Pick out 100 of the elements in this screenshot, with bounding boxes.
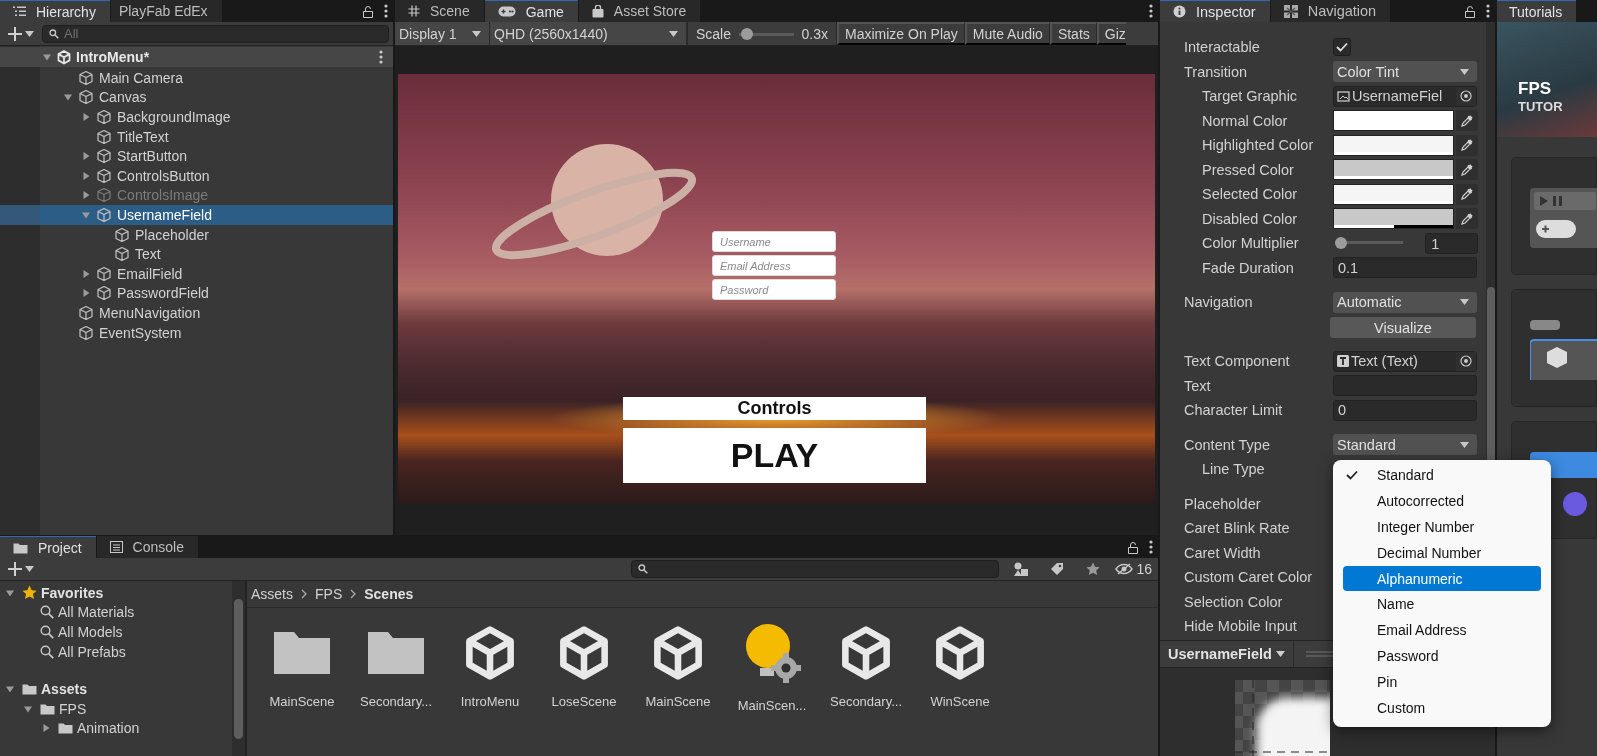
panel-tab[interactable]: Project [0,536,96,558]
menu-item[interactable]: Autocorrected [1343,487,1541,514]
collapsed-arrow-icon[interactable] [81,288,91,299]
checkbox[interactable] [1333,38,1351,57]
tree-row[interactable]: Animation [0,718,232,739]
collapsed-arrow-icon[interactable] [41,723,51,734]
dropdown[interactable]: Automatic [1333,291,1477,313]
panel-tab[interactable]: Inspector [1160,0,1270,22]
tree-row[interactable]: PasswordField [0,283,393,304]
scrollbar[interactable] [232,581,245,756]
menu-item[interactable]: Password [1343,643,1541,670]
toolbar-button[interactable]: Giz [1096,22,1126,45]
tree-row[interactable]: StartButton [0,146,393,166]
scene-header[interactable]: IntroMenu* [0,47,393,67]
resolution-dropdown[interactable]: QHD (2560x1440) [490,22,687,45]
tree-row[interactable]: EmailField [0,263,393,284]
scrollbar-thumb[interactable] [234,599,243,739]
lock-icon[interactable] [1127,540,1139,554]
input-field[interactable]: Password [712,279,836,300]
asset-label[interactable]: LoseScene [551,694,617,709]
panel-tab[interactable]: Game [484,0,578,22]
tutorial-card[interactable] [1511,157,1597,275]
shapes-filter-icon[interactable] [1014,562,1029,576]
visualize-button[interactable]: Visualize [1330,317,1476,339]
panel-tab[interactable]: Console [96,536,198,558]
add-button[interactable] [6,26,36,41]
panel-tab[interactable]: Asset Store [578,0,701,22]
search-field[interactable]: All [42,24,389,43]
menu-button[interactable]: Controls [623,397,926,420]
menu-button[interactable]: PLAY [623,428,926,483]
asset-label[interactable]: WinScene [930,694,990,709]
add-button[interactable] [8,562,34,576]
eyedropper-icon[interactable] [1461,114,1473,127]
tag-icon[interactable] [1050,562,1065,576]
scale-slider-thumb[interactable] [741,27,754,40]
color-field[interactable] [1333,110,1454,132]
tree-row[interactable]: Placeholder [0,224,393,245]
display-dropdown[interactable]: Display 1 [395,22,490,45]
more-options-icon[interactable] [1486,4,1490,18]
lock-icon[interactable] [1464,4,1476,18]
star-icon[interactable] [1086,562,1101,576]
tree-row[interactable]: BackgroundImage [0,107,393,127]
collapsed-arrow-icon[interactable] [81,268,91,279]
tree-row[interactable]: All Prefabs [0,641,232,662]
tree-row[interactable]: Favorites [0,583,232,603]
expanded-arrow-icon[interactable] [42,52,52,62]
tree-row[interactable]: ControlsButton [0,165,393,186]
eyedropper-icon[interactable] [1461,188,1473,201]
tree-row[interactable]: MenuNavigation [0,303,393,323]
menu-item[interactable]: Alphanumeric [1343,565,1541,592]
collapsed-arrow-icon[interactable] [81,151,91,162]
input-field[interactable]: Username [712,231,836,252]
input-field[interactable]: Email Address [712,255,836,276]
asset-label[interactable]: Secondary... [360,694,432,709]
tree-row[interactable]: Assets [0,679,232,699]
tree-row[interactable]: TitleText [0,126,393,147]
lock-icon[interactable] [362,4,374,18]
asset-label[interactable]: MainScen... [737,698,807,713]
panel-tab[interactable]: Hierarchy [0,0,110,22]
hidden-packages-toggle[interactable]: 16 [1115,561,1152,577]
tree-row[interactable]: Canvas [0,87,393,108]
asset-label[interactable]: IntroMenu [460,694,520,709]
menu-item[interactable]: Decimal Number [1343,539,1541,566]
slider-thumb[interactable] [1335,237,1347,250]
dropdown[interactable]: Color Tint [1333,61,1477,83]
toolbar-button[interactable]: Maximize On Play [837,22,965,45]
collapsed-arrow-icon[interactable] [81,112,91,122]
breadcrumb-link[interactable]: Assets [251,586,293,602]
target-icon[interactable] [1460,90,1472,103]
more-options-icon[interactable] [384,4,388,18]
more-options-icon[interactable] [379,50,383,64]
tree-row[interactable]: FPS [0,698,232,719]
asset-label[interactable]: Secondary... [830,694,902,709]
more-options-icon[interactable] [1149,540,1153,554]
breadcrumb-link[interactable]: Scenes [364,586,414,602]
panel-tab[interactable]: Scene [395,0,484,22]
menu-item[interactable]: Integer Number [1343,513,1541,540]
more-options-icon[interactable] [1149,4,1153,18]
number-field[interactable]: 1 [1425,232,1478,254]
tree-row[interactable]: All Materials [0,602,232,623]
tree-row[interactable]: All Models [0,622,232,642]
search-field[interactable] [631,560,1000,578]
color-field[interactable] [1333,208,1454,230]
panel-tab[interactable]: PlayFab EdEx [110,0,222,22]
menu-item[interactable]: Pin [1343,669,1541,695]
input-field[interactable]: 0.1 [1333,257,1477,279]
color-field[interactable] [1333,159,1454,181]
dropdown[interactable]: Standard [1333,434,1477,456]
object-field[interactable]: Text (Text) [1333,350,1477,372]
eyedropper-icon[interactable] [1461,163,1473,176]
color-field[interactable] [1333,134,1454,156]
panel-tab[interactable]: Navigation [1270,0,1391,22]
eyedropper-icon[interactable] [1461,212,1473,225]
eyedropper-icon[interactable] [1461,139,1473,152]
panel-tab[interactable]: Tutorials [1497,0,1577,22]
color-field[interactable] [1333,183,1454,205]
tree-row[interactable]: Main Camera [0,68,393,88]
asset-label[interactable]: MainScene [645,694,711,709]
toolbar-button[interactable]: Stats [1049,22,1097,45]
tree-row[interactable]: EventSystem [0,322,393,343]
